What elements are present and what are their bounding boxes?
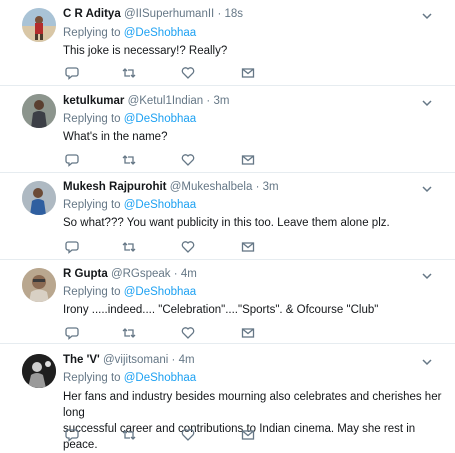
tweet[interactable]: R Gupta @RGspeak · 4m Replying to @DeSho… [0, 260, 455, 344]
avatar[interactable] [22, 268, 56, 302]
separator-dot: · [171, 354, 176, 366]
display-name[interactable]: C R Aditya [63, 8, 121, 20]
separator-dot: · [255, 181, 260, 193]
replying-to-label: Replying to [63, 372, 121, 384]
reply-icon[interactable] [65, 326, 79, 340]
reply-mention-link[interactable]: @DeShobhaa [124, 27, 196, 39]
reply-mention-link[interactable]: @DeShobhaa [124, 372, 196, 384]
timestamp[interactable]: 4m [181, 268, 197, 280]
avatar-photo-icon [22, 8, 56, 42]
direct-message-icon[interactable] [241, 428, 255, 442]
tweet-text: This joke is necessary!? Really? [63, 45, 228, 57]
replying-to: Replying to @DeShobhaa [63, 27, 196, 39]
tweet[interactable]: ketulkumar @Ketul1Indian · 3m Replying t… [0, 86, 455, 173]
replying-to-label: Replying to [63, 113, 121, 125]
separator-dot: · [173, 268, 178, 280]
replying-to: Replying to @DeShobhaa [63, 113, 196, 125]
reply-mention-link[interactable]: @DeShobhaa [124, 286, 196, 298]
separator-dot: · [217, 8, 222, 20]
tweet-text-line: Her fans and industry besides mourning a… [63, 391, 442, 419]
separator-dot: · [206, 95, 211, 107]
user-handle[interactable]: @IISuperhumanII [124, 8, 214, 20]
timestamp[interactable]: 3m [263, 181, 279, 193]
chevron-down-icon[interactable] [421, 356, 433, 368]
replying-to-label: Replying to [63, 199, 121, 211]
tweet-header: R Gupta @RGspeak · 4m [63, 268, 197, 280]
tweet[interactable]: Mukesh Rajpurohit @Mukeshalbela · 3m Rep… [0, 173, 455, 260]
avatar[interactable] [22, 8, 56, 42]
timestamp[interactable]: 18s [225, 8, 244, 20]
avatar[interactable] [22, 94, 56, 128]
display-name[interactable]: ketulkumar [63, 95, 124, 107]
tweet-header: Mukesh Rajpurohit @Mukeshalbela · 3m [63, 181, 279, 193]
retweet-icon[interactable] [122, 428, 136, 442]
user-handle[interactable]: @Ketul1Indian [128, 95, 204, 107]
direct-message-icon[interactable] [241, 240, 255, 254]
replying-to-label: Replying to [63, 286, 121, 298]
tweet[interactable]: C R Aditya @IISuperhumanII · 18s Replyin… [0, 0, 455, 86]
reply-mention-link[interactable]: @DeShobhaa [124, 199, 196, 211]
replying-to: Replying to @DeShobhaa [63, 372, 196, 384]
display-name[interactable]: R Gupta [63, 268, 108, 280]
avatar-photo-icon [22, 94, 56, 128]
retweet-icon[interactable] [122, 326, 136, 340]
user-handle[interactable]: @RGspeak [111, 268, 171, 280]
tweet-text: Irony .....indeed.... "Celebration"...."… [63, 304, 379, 316]
reply-icon[interactable] [65, 153, 79, 167]
tweet-header: The 'V' @vijitsomani · 4m [63, 354, 195, 366]
tweet-text: So what??? You want publicity in this to… [63, 217, 390, 229]
chevron-down-icon[interactable] [421, 270, 433, 282]
user-handle[interactable]: @vijitsomani [103, 354, 168, 366]
retweet-icon[interactable] [122, 153, 136, 167]
direct-message-icon[interactable] [241, 326, 255, 340]
timestamp[interactable]: 4m [179, 354, 195, 366]
tweet-text: Her fans and industry besides mourning a… [63, 389, 443, 453]
timestamp[interactable]: 3m [213, 95, 229, 107]
display-name[interactable]: Mukesh Rajpurohit [63, 181, 167, 193]
retweet-icon[interactable] [122, 240, 136, 254]
like-heart-icon[interactable] [181, 153, 195, 167]
reply-icon[interactable] [65, 66, 79, 80]
avatar[interactable] [22, 181, 56, 215]
replying-to: Replying to @DeShobhaa [63, 286, 196, 298]
tweet[interactable]: The 'V' @vijitsomani · 4m Replying to @D… [0, 344, 455, 453]
avatar-photo-icon [22, 354, 56, 388]
avatar[interactable] [22, 354, 56, 388]
like-heart-icon[interactable] [181, 326, 195, 340]
reply-icon[interactable] [65, 428, 79, 442]
chevron-down-icon[interactable] [421, 97, 433, 109]
display-name[interactable]: The 'V' [63, 354, 100, 366]
tweet-text: What's in the name? [63, 131, 168, 143]
reply-icon[interactable] [65, 240, 79, 254]
tweet-header: ketulkumar @Ketul1Indian · 3m [63, 95, 229, 107]
chevron-down-icon[interactable] [421, 183, 433, 195]
like-heart-icon[interactable] [181, 66, 195, 80]
reply-mention-link[interactable]: @DeShobhaa [124, 113, 196, 125]
avatar-photo-icon [22, 181, 56, 215]
chevron-down-icon[interactable] [421, 10, 433, 22]
replying-to-label: Replying to [63, 27, 121, 39]
tweet-header: C R Aditya @IISuperhumanII · 18s [63, 8, 243, 20]
avatar-photo-icon [22, 268, 56, 302]
retweet-icon[interactable] [122, 66, 136, 80]
like-heart-icon[interactable] [181, 428, 195, 442]
direct-message-icon[interactable] [241, 153, 255, 167]
replying-to: Replying to @DeShobhaa [63, 199, 196, 211]
user-handle[interactable]: @Mukeshalbela [170, 181, 253, 193]
direct-message-icon[interactable] [241, 66, 255, 80]
like-heart-icon[interactable] [181, 240, 195, 254]
